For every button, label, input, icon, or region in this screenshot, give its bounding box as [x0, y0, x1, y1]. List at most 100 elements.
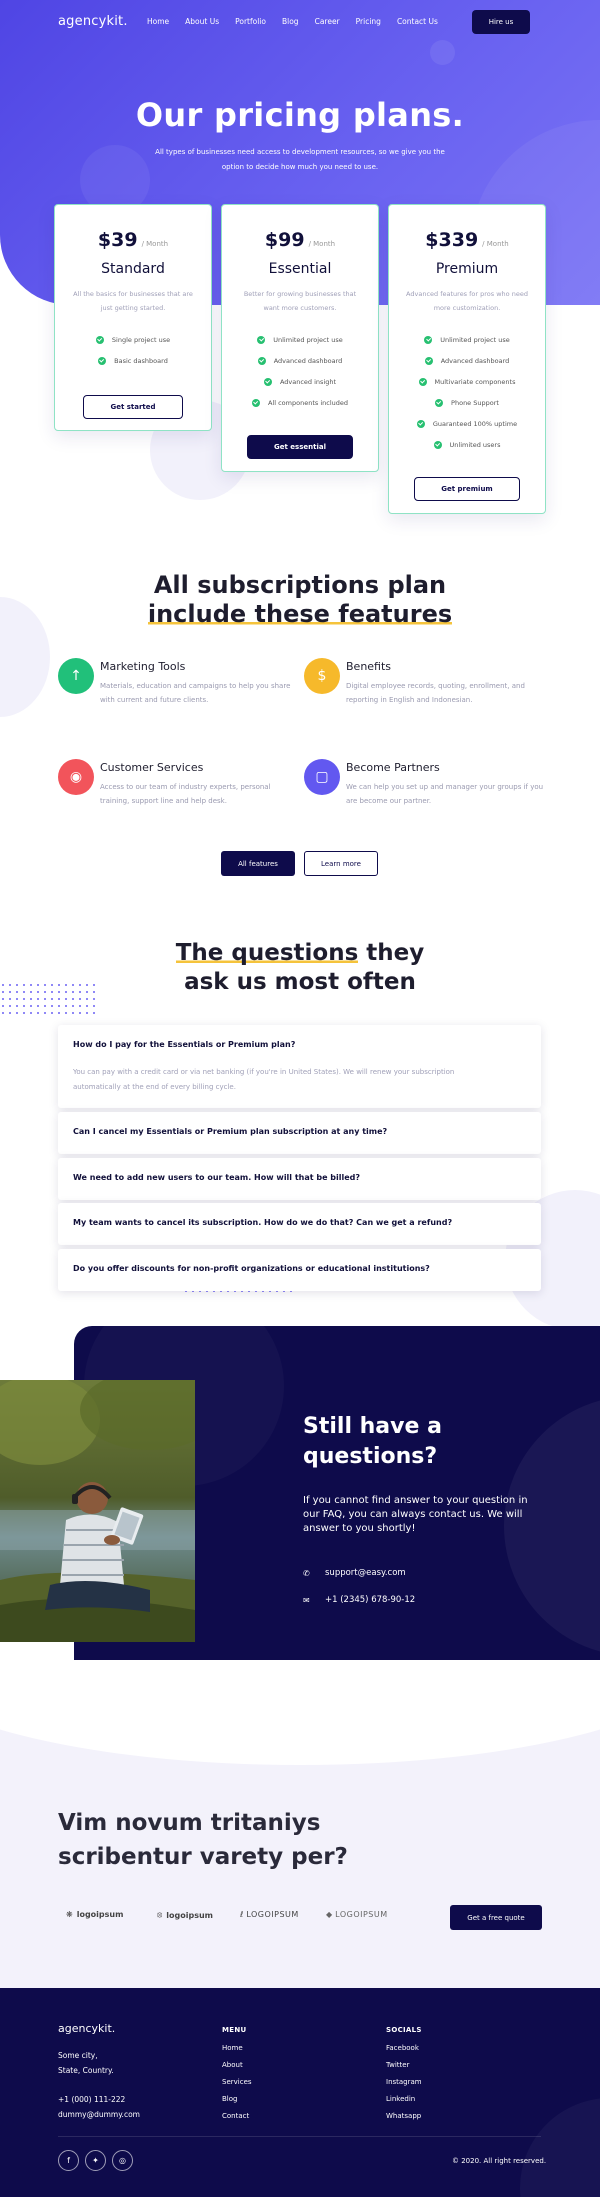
logo-mark-icon: ❋: [66, 1910, 73, 1919]
facebook-icon[interactable]: f: [58, 2150, 79, 2171]
dot: [23, 1012, 25, 1014]
dot: [51, 1012, 53, 1014]
footer-link[interactable]: Home: [222, 2044, 252, 2061]
dot: [44, 998, 46, 1000]
plan-feature: Guaranteed 100% uptime: [389, 413, 545, 434]
dollar-icon: $: [304, 658, 340, 694]
check-icon: [418, 377, 427, 386]
dot: [2, 1012, 4, 1014]
nav-link-career[interactable]: Career: [315, 17, 340, 26]
logo-mark-icon: ⦻: [157, 1910, 163, 1919]
check-icon: [263, 377, 272, 386]
nav-link-home[interactable]: Home: [147, 17, 169, 26]
nav-link-blog[interactable]: Blog: [282, 17, 299, 26]
hire-us-button[interactable]: Hire us: [472, 10, 530, 34]
dot: [58, 1012, 60, 1014]
dot: [9, 998, 11, 1000]
get-quote-button[interactable]: Get a free quote: [450, 1905, 542, 1930]
page: agencykit. Home About Us Portfolio Blog …: [0, 0, 600, 2197]
faq-answer: You can pay with a credit card or via ne…: [73, 1068, 455, 1091]
footer-social-link[interactable]: Facebook: [386, 2044, 422, 2061]
faq-item[interactable]: How do I pay for the Essentials or Premi…: [58, 1025, 541, 1108]
dot: [9, 1012, 11, 1014]
dot: [79, 1012, 81, 1014]
nav-links: Home About Us Portfolio Blog Career Pric…: [147, 17, 454, 26]
plan-feature: Basic dashboard: [55, 350, 211, 371]
logo-mark-icon: ◆: [326, 1910, 333, 1919]
dot: [72, 1005, 74, 1007]
feature-title: Become Partners: [346, 761, 440, 774]
dot: [51, 1005, 53, 1007]
footer-socials-title: SOCIALS: [386, 2026, 422, 2034]
nav-link-portfolio[interactable]: Portfolio: [235, 17, 266, 26]
check-icon: [433, 440, 442, 449]
contact-text: If you cannot find answer to your questi…: [303, 1495, 528, 1534]
all-features-button[interactable]: All features: [221, 851, 295, 876]
dot: [44, 1005, 46, 1007]
feature-title: Marketing Tools: [100, 660, 186, 673]
faq-item[interactable]: Can I cancel my Essentials or Premium pl…: [58, 1112, 541, 1154]
faq-item[interactable]: My team wants to cancel its subscription…: [58, 1203, 541, 1245]
instagram-icon[interactable]: ◎: [112, 2150, 133, 2171]
nav-link-about[interactable]: About Us: [185, 17, 219, 26]
footer-link[interactable]: Services: [222, 2078, 252, 2095]
feature-text: We can help you set up and manager your …: [346, 783, 544, 805]
plan-features: Unlimited project use Advanced dashboard…: [222, 329, 378, 413]
dot: [44, 1012, 46, 1014]
faq-item[interactable]: Do you offer discounts for non-profit or…: [58, 1249, 541, 1291]
nav-link-pricing[interactable]: Pricing: [356, 17, 381, 26]
check-icon: [251, 398, 260, 407]
twitter-icon[interactable]: ✦: [85, 2150, 106, 2171]
dot: [30, 1012, 32, 1014]
footer-link[interactable]: Contact: [222, 2112, 252, 2129]
faq-question[interactable]: How do I pay for the Essentials or Premi…: [73, 1040, 295, 1049]
faq-question[interactable]: My team wants to cancel its subscription…: [73, 1218, 452, 1227]
nav-link-contact[interactable]: Contact Us: [397, 17, 438, 26]
dot: [9, 1005, 11, 1007]
page-title: Our pricing plans.: [135, 96, 465, 134]
dot: [72, 998, 74, 1000]
footer-address: Some city, State, Country.: [58, 2051, 114, 2075]
footer-logo[interactable]: agencykit.: [58, 2022, 115, 2035]
dot: [16, 1005, 18, 1007]
get-started-button[interactable]: Get started: [83, 395, 183, 419]
check-icon: [435, 398, 444, 407]
copyright: © 2020. All right reserved.: [452, 2157, 547, 2165]
partners-title: Vim novum tritaniys scribentur varety pe…: [58, 1810, 348, 1870]
partner-logo: ℓ LOGOIPSUM: [240, 1910, 299, 1919]
faq-question[interactable]: Can I cancel my Essentials or Premium pl…: [73, 1127, 387, 1136]
footer-social-link[interactable]: Whatsapp: [386, 2112, 422, 2129]
plan-description: Advanced features for pros who need more…: [406, 290, 528, 312]
plan-feature: Phone Support: [389, 392, 545, 413]
check-icon: [98, 356, 107, 365]
contact-email[interactable]: ✆ support@easy.com: [303, 1568, 406, 1578]
footer-social-link[interactable]: Twitter: [386, 2061, 422, 2078]
plan-description: All the basics for businesses that are j…: [73, 290, 193, 312]
footer: agencykit. Some city, State, Country. +1…: [0, 1988, 600, 2197]
get-premium-button[interactable]: Get premium: [414, 477, 520, 501]
feature-text: Access to our team of industry experts, …: [100, 783, 271, 805]
plan-feature: All components included: [222, 392, 378, 413]
check-icon: [257, 335, 266, 344]
footer-social-link[interactable]: Instagram: [386, 2078, 422, 2095]
plan-feature: Advanced dashboard: [389, 350, 545, 371]
footer-link[interactable]: Blog: [222, 2095, 252, 2112]
plan-feature: Advanced dashboard: [222, 350, 378, 371]
partner-logo: ◆ LOGOIPSUM: [326, 1910, 388, 1919]
dot: [30, 1005, 32, 1007]
dot: [79, 1005, 81, 1007]
plan-feature: Single project use: [55, 329, 211, 350]
footer-socials: Facebook Twitter Instagram Linkedin What…: [386, 2044, 422, 2129]
contact-phone[interactable]: ✉ +1 (2345) 678-90-12: [303, 1595, 415, 1605]
footer-social-link[interactable]: Linkedin: [386, 2095, 422, 2112]
learn-more-button[interactable]: Learn more: [304, 851, 378, 876]
check-icon: [424, 335, 433, 344]
dot: [16, 998, 18, 1000]
get-essential-button[interactable]: Get essential: [247, 435, 353, 459]
dot: [37, 1005, 39, 1007]
faq-question[interactable]: Do you offer discounts for non-profit or…: [73, 1264, 430, 1273]
faq-item[interactable]: We need to add new users to our team. Ho…: [58, 1158, 541, 1200]
footer-link[interactable]: About: [222, 2061, 252, 2078]
logo[interactable]: agencykit.: [58, 14, 128, 29]
faq-question[interactable]: We need to add new users to our team. Ho…: [73, 1173, 360, 1182]
